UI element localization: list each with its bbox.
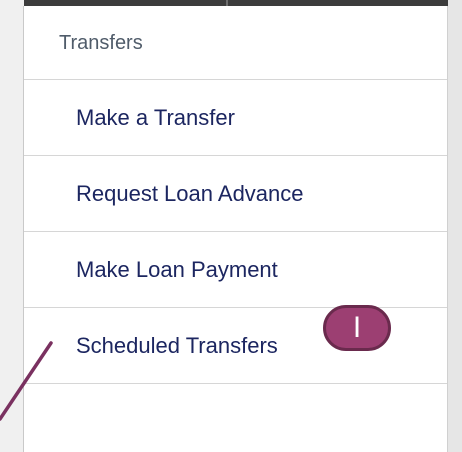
- callout-pointer-line: [0, 341, 53, 421]
- callout-marker-text: I: [352, 311, 362, 344]
- callout-pointer-stroke: [0, 341, 53, 421]
- callout-marker-badge: I: [323, 305, 391, 351]
